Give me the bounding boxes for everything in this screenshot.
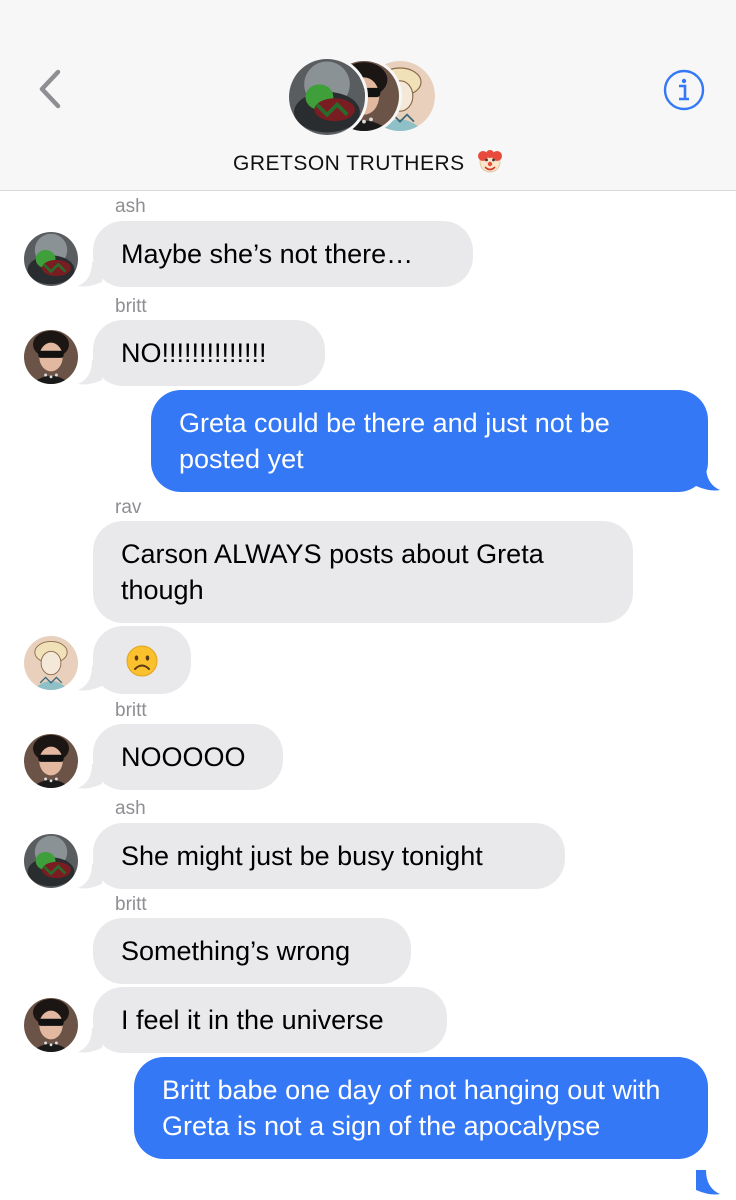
message-bubble[interactable] [93, 626, 191, 694]
frowning-face-emoji-icon [126, 645, 158, 677]
message-bubble[interactable]: Carson ALWAYS posts about Greta though [93, 521, 633, 623]
message-bubble[interactable]: I feel it in the universe [93, 987, 447, 1053]
avatar-britt[interactable] [24, 998, 78, 1052]
message-bubble-outgoing[interactable]: Greta could be there and just not be pos… [151, 390, 708, 492]
sender-label: britt [115, 700, 147, 721]
message-bubble-outgoing[interactable]: Britt babe one day of not hanging out wi… [134, 1057, 708, 1159]
avatar-ash[interactable] [24, 232, 78, 286]
avatar-britt[interactable] [24, 330, 78, 384]
group-avatar-stack[interactable] [286, 56, 446, 140]
sender-label: britt [115, 894, 147, 915]
sender-label: britt [115, 296, 147, 317]
sender-label: rav [115, 497, 142, 518]
sender-label: ash [115, 196, 146, 217]
message-bubble[interactable]: Something’s wrong [93, 918, 411, 984]
avatar-rav[interactable] [24, 636, 78, 690]
message-bubble[interactable]: She might just be busy tonight [93, 823, 565, 889]
clown-emoji-icon [477, 148, 503, 180]
info-button[interactable] [662, 68, 706, 112]
back-button[interactable] [34, 66, 68, 112]
info-icon [663, 69, 705, 111]
avatar-ash[interactable] [24, 834, 78, 888]
message-bubble[interactable]: Maybe she’s not there… [93, 221, 473, 287]
sender-label: ash [115, 798, 146, 819]
message-bubble[interactable]: NO!!!!!!!!!!!!!! [93, 320, 325, 386]
avatar-britt[interactable] [24, 734, 78, 788]
avatar-ash [286, 56, 368, 138]
bubble-tail [696, 1170, 720, 1195]
group-name-label: GRETSON TRUTHERS [233, 152, 465, 175]
chevron-left-icon [39, 69, 61, 109]
group-name[interactable]: GRETSON TRUTHERS [0, 148, 736, 180]
conversation-header: GRETSON TRUTHERS [0, 0, 736, 191]
message-bubble[interactable]: NOOOOO [93, 724, 283, 790]
